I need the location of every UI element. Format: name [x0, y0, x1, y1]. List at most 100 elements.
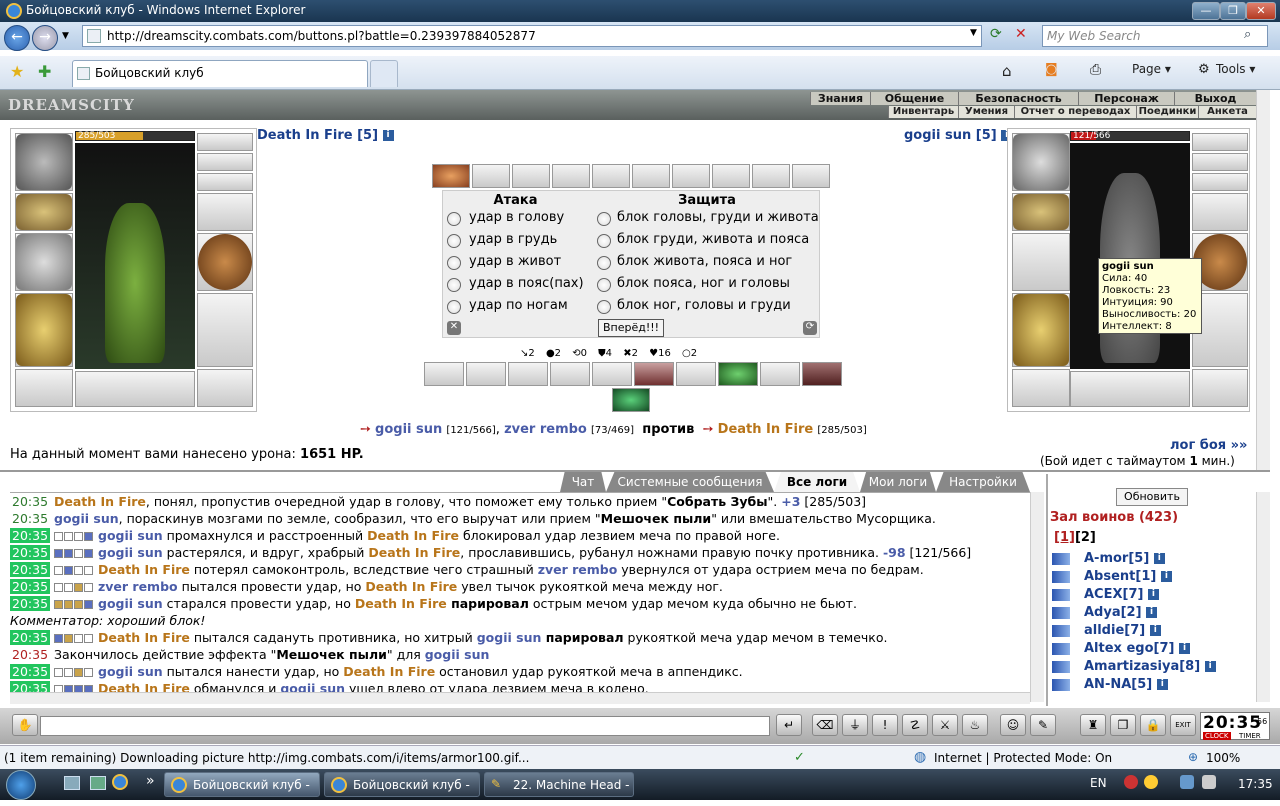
- ability-slot[interactable]: [712, 164, 750, 188]
- warrior-name[interactable]: A-mor[5]: [1084, 551, 1149, 566]
- menu-skills[interactable]: Умения: [958, 106, 1014, 118]
- log-player-name[interactable]: gogii sun: [98, 545, 163, 560]
- radio-button[interactable]: [597, 212, 611, 226]
- log-player-name[interactable]: gogii sun: [98, 664, 163, 679]
- radio-button[interactable]: [447, 234, 461, 248]
- ability-slot[interactable]: [432, 164, 470, 188]
- stop-icon[interactable]: ✕: [1015, 26, 1027, 42]
- ability-slot[interactable]: [552, 164, 590, 188]
- radio-button[interactable]: [597, 256, 611, 270]
- gloves-slot[interactable]: [197, 193, 253, 231]
- print-icon[interactable]: ⎙: [1090, 62, 1101, 78]
- favorites-star-icon[interactable]: ★: [10, 62, 24, 81]
- sword-icon[interactable]: [508, 362, 548, 386]
- belt-slot[interactable]: [1012, 369, 1070, 407]
- ability-slot[interactable]: [512, 164, 550, 188]
- armor-slot[interactable]: [1012, 293, 1070, 367]
- smiley-icon[interactable]: ☺: [1000, 714, 1026, 736]
- bag-icon[interactable]: ♜: [1080, 714, 1106, 736]
- rings-slot[interactable]: [197, 173, 253, 191]
- chat-settings-icon[interactable]: ✎: [1030, 714, 1056, 736]
- attack-option[interactable]: удар в пояс(пах): [445, 275, 590, 295]
- legs-slot[interactable]: [197, 293, 253, 367]
- ability-slot[interactable]: [472, 164, 510, 188]
- versus-name[interactable]: gogii sun: [375, 422, 442, 437]
- clear-attack-icon[interactable]: ✕: [447, 321, 461, 335]
- bracers-slot[interactable]: [1012, 193, 1070, 231]
- block-option[interactable]: блок груди, живота и пояса: [595, 231, 821, 251]
- radio-button[interactable]: [597, 300, 611, 314]
- boots-slot[interactable]: [197, 369, 253, 407]
- crossed-swords-icon[interactable]: [550, 362, 590, 386]
- shield-slot[interactable]: [197, 233, 253, 291]
- refresh-button[interactable]: Обновить: [1116, 488, 1188, 506]
- warrior-item[interactable]: Adya[2] i: [1052, 604, 1252, 622]
- weapon-slot[interactable]: [1012, 233, 1070, 291]
- helmet-slot[interactable]: [1012, 133, 1070, 191]
- warrior-name[interactable]: Absent[1]: [1084, 569, 1156, 584]
- network-icon[interactable]: [1180, 775, 1194, 789]
- radio-button[interactable]: [447, 256, 461, 270]
- start-button[interactable]: [6, 770, 36, 800]
- ribcage-icon[interactable]: [466, 362, 506, 386]
- fight-icon[interactable]: ⚔: [932, 714, 958, 736]
- security-zone[interactable]: Internet | Protected Mode: On: [934, 751, 1112, 765]
- ability-slot[interactable]: [792, 164, 830, 188]
- special-technique-icon[interactable]: [612, 388, 650, 412]
- tab-system-messages[interactable]: Системные сообщения: [606, 472, 774, 492]
- radio-button[interactable]: [597, 278, 611, 292]
- warrior-name[interactable]: ACEX[7]: [1084, 587, 1143, 602]
- address-dropdown-icon[interactable]: ▼: [970, 28, 977, 38]
- log-player-name[interactable]: zver rembo: [98, 579, 178, 594]
- weapon-slot[interactable]: [15, 233, 73, 291]
- fire-icon[interactable]: ♨: [962, 714, 988, 736]
- send-icon[interactable]: ↵: [776, 714, 802, 736]
- blade-icon[interactable]: [592, 362, 632, 386]
- tab-settings[interactable]: Настройки: [936, 472, 1030, 492]
- info-icon[interactable]: i: [1147, 589, 1159, 600]
- menu-profile[interactable]: Анкета: [1198, 106, 1256, 118]
- amulet-slot[interactable]: [1192, 153, 1248, 171]
- log-player-name[interactable]: -98: [883, 545, 906, 560]
- block-option[interactable]: блок пояса, ног и головы: [595, 275, 821, 295]
- volume-icon[interactable]: [1202, 775, 1216, 789]
- ability-slot[interactable]: [632, 164, 670, 188]
- tab-all-logs[interactable]: Все логи: [774, 472, 860, 492]
- boots-slot[interactable]: [1192, 369, 1248, 407]
- magic-icon[interactable]: [718, 362, 758, 386]
- page-scrollbar[interactable]: [1256, 90, 1270, 470]
- right-player-name[interactable]: gogii sun [5] i: [904, 128, 1013, 143]
- menu-exit[interactable]: Выход: [1174, 92, 1256, 105]
- exit-button[interactable]: EXIT: [1170, 714, 1196, 736]
- ie-quicklaunch-icon[interactable]: [112, 774, 128, 790]
- search-icon[interactable]: ⌕: [1244, 27, 1251, 42]
- tray-icon[interactable]: [1124, 775, 1138, 789]
- feeds-icon[interactable]: ◙: [1045, 62, 1058, 77]
- log-player-name[interactable]: Death In Fire: [365, 579, 457, 594]
- log-hscrollbar[interactable]: [10, 692, 1030, 704]
- warrior-name[interactable]: Amartizasiya[8]: [1084, 659, 1200, 674]
- shield-icon[interactable]: [760, 362, 800, 386]
- menu-communication[interactable]: Общение: [870, 92, 958, 105]
- tab-fight-club[interactable]: Бойцовский клуб: [72, 60, 368, 87]
- minimize-button[interactable]: —: [1192, 2, 1220, 20]
- menu-knowledge[interactable]: Знания: [810, 92, 870, 105]
- add-favorites-icon[interactable]: ✚: [38, 62, 51, 81]
- page-menu[interactable]: Page ▾: [1132, 62, 1171, 76]
- taskbar-item[interactable]: ✎ 22. Machine Head - ...: [484, 772, 634, 806]
- radio-button[interactable]: [597, 234, 611, 248]
- back-button[interactable]: ←: [4, 25, 30, 51]
- tab-my-logs[interactable]: Мои логи: [860, 472, 936, 492]
- warrior-name[interactable]: Altex ego[7]: [1084, 641, 1174, 656]
- block-option[interactable]: блок ног, головы и груди: [595, 297, 821, 317]
- log-player-name[interactable]: gogii sun: [280, 681, 345, 692]
- page-link-1[interactable]: [1]: [1054, 530, 1075, 545]
- log-player-name[interactable]: Death In Fire: [355, 596, 447, 611]
- log-player-name[interactable]: Death In Fire: [98, 630, 190, 645]
- bracers-slot[interactable]: [15, 193, 73, 231]
- taskbar-clock[interactable]: 17:35: [1238, 777, 1273, 791]
- log-player-name[interactable]: Death In Fire: [343, 664, 435, 679]
- info-icon[interactable]: i: [1204, 661, 1216, 672]
- versus-name[interactable]: Death In Fire: [718, 422, 814, 437]
- ring-slot[interactable]: [197, 133, 253, 151]
